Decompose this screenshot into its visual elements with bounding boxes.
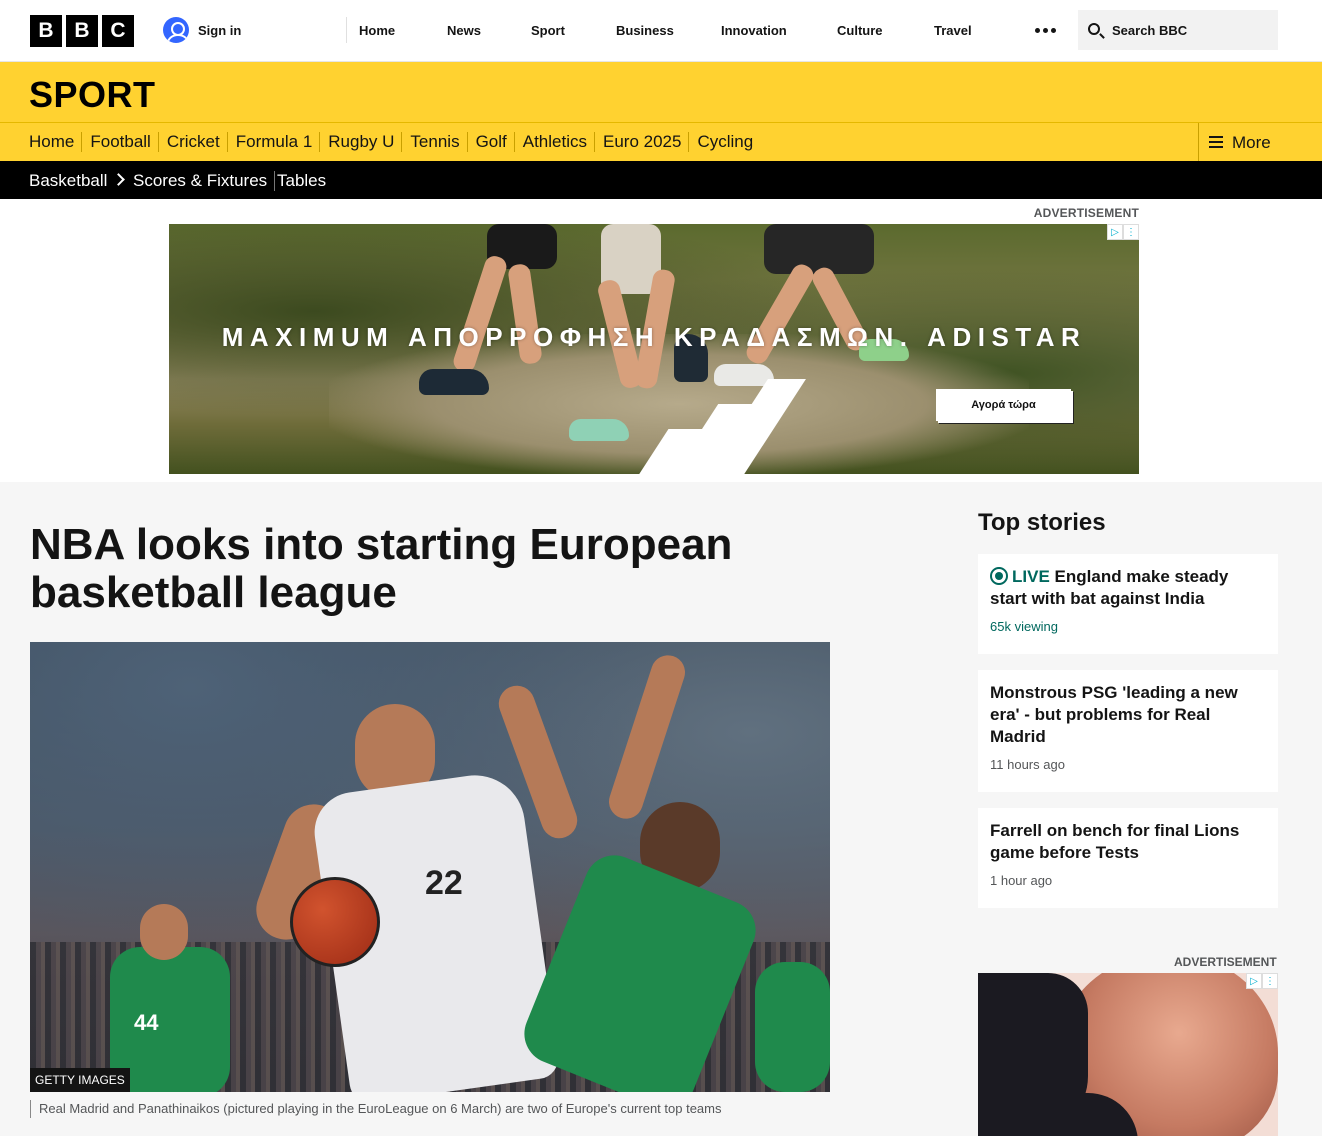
sport-nav: Home Football Cricket Formula 1 Rugby U … bbox=[0, 122, 1322, 162]
sport-masthead: SPORT bbox=[0, 62, 1322, 122]
jersey-number-green: 44 bbox=[134, 1010, 159, 1035]
sport-nav-football[interactable]: Football bbox=[81, 132, 157, 152]
user-icon bbox=[163, 17, 189, 43]
bbc-logo-letter-c: C bbox=[102, 15, 134, 47]
sign-in-button[interactable]: Sign in bbox=[163, 17, 241, 43]
sport-nav-home[interactable]: Home bbox=[29, 132, 81, 152]
global-nav-innovation[interactable]: Innovation bbox=[721, 23, 787, 38]
subnav-scores-fixtures[interactable]: Scores & Fixtures bbox=[133, 171, 276, 191]
ad-shoe bbox=[569, 419, 629, 441]
sport-more-button[interactable]: More bbox=[1198, 123, 1322, 162]
live-icon bbox=[990, 567, 1008, 585]
chevron-right-icon bbox=[112, 173, 125, 186]
sport-title[interactable]: SPORT bbox=[29, 74, 156, 116]
live-badge: LIVE bbox=[1012, 567, 1050, 586]
sport-nav-tennis[interactable]: Tennis bbox=[401, 132, 466, 152]
sport-nav-euro-2025[interactable]: Euro 2025 bbox=[594, 132, 688, 152]
player-arm bbox=[604, 650, 690, 824]
more-dots-icon[interactable] bbox=[1035, 28, 1056, 33]
article-headline: NBA looks into starting European basketb… bbox=[30, 520, 733, 617]
top-story-title: LIVE England make steady start with bat … bbox=[990, 566, 1266, 610]
menu-icon bbox=[1209, 136, 1223, 148]
sport-nav-cycling[interactable]: Cycling bbox=[688, 132, 760, 152]
global-nav-sport[interactable]: Sport bbox=[531, 23, 565, 38]
adchoices[interactable]: ▷ ⋮ bbox=[1246, 973, 1278, 989]
top-story-timestamp: 1 hour ago bbox=[990, 873, 1053, 888]
global-nav-travel[interactable]: Travel bbox=[934, 23, 972, 38]
sidebar-ad[interactable]: ▷ ⋮ bbox=[978, 973, 1278, 1136]
bbc-logo-letter-b1: B bbox=[30, 15, 62, 47]
top-story-card[interactable]: Monstrous PSG 'leading a new era' - but … bbox=[978, 670, 1278, 792]
bbc-logo-letter-b2: B bbox=[66, 15, 98, 47]
top-story-headline: Monstrous PSG 'leading a new era' - but … bbox=[990, 683, 1238, 746]
ad-banner[interactable]: MAXIMUM ΑΠΟΡΡΟΦΗΣΗ ΚΡΑΔΑΣΜΩΝ. ADISTAR Αγ… bbox=[169, 224, 1139, 474]
sport-more-label: More bbox=[1232, 133, 1271, 152]
search-icon bbox=[1088, 23, 1100, 35]
bbc-logo[interactable]: B B C bbox=[30, 15, 134, 47]
image-caption: Real Madrid and Panathinaikos (pictured … bbox=[30, 1100, 721, 1118]
ad-headline: MAXIMUM ΑΠΟΡΡΟΦΗΣΗ ΚΡΑΔΑΣΜΩΝ. ADISTAR bbox=[221, 322, 1087, 352]
sport-nav-formula-1[interactable]: Formula 1 bbox=[226, 132, 320, 152]
leaderboard-ad: ADVERTISEMENT MAXIMUM ΑΠΟΡΡΟΦΗΣΗ ΚΡΑΔΑΣΜ… bbox=[0, 199, 1322, 482]
image-credit: GETTY IMAGES bbox=[30, 1068, 130, 1092]
top-story-timestamp: 11 hours ago bbox=[990, 757, 1065, 772]
jersey-number-white: 22 bbox=[425, 864, 463, 902]
secondary-nav: Basketball Scores & Fixtures Tables bbox=[0, 161, 1322, 199]
top-story-headline: Farrell on bench for final Lions game be… bbox=[990, 821, 1240, 862]
ad-runner-shorts bbox=[764, 224, 874, 274]
sport-nav-cricket[interactable]: Cricket bbox=[157, 132, 227, 152]
search-placeholder: Search BBC bbox=[1112, 23, 1188, 38]
article-hero-image: 44 22 GETTY IMAGES bbox=[30, 642, 830, 1092]
player-head bbox=[140, 904, 188, 960]
global-nav-business[interactable]: Business bbox=[616, 23, 674, 38]
search-bbc-input[interactable]: Search BBC bbox=[1078, 10, 1278, 50]
ad-options-icon[interactable]: ⋮ bbox=[1123, 224, 1139, 240]
top-stories-title: Top stories bbox=[978, 509, 1106, 536]
sign-in-label: Sign in bbox=[198, 22, 242, 38]
ad-buy-now-button[interactable]: Αγορά τώρα bbox=[936, 389, 1071, 421]
adchoices[interactable]: ▷ ⋮ bbox=[1107, 224, 1139, 240]
top-story-card[interactable]: Farrell on bench for final Lions game be… bbox=[978, 808, 1278, 908]
sport-nav-rugby-union[interactable]: Rugby U bbox=[319, 132, 401, 152]
global-nav: Home News Sport Business Innovation Cult… bbox=[346, 17, 972, 43]
top-story-viewers: 65k viewing bbox=[990, 619, 1058, 634]
sidebar-advertisement-label: ADVERTISEMENT bbox=[1174, 955, 1277, 969]
basketball bbox=[290, 877, 380, 967]
player-green-right bbox=[755, 962, 830, 1092]
global-nav-news[interactable]: News bbox=[447, 23, 481, 38]
adchoices-icon[interactable]: ▷ bbox=[1107, 224, 1123, 240]
ad-shoe bbox=[419, 369, 489, 395]
global-nav-culture[interactable]: Culture bbox=[837, 23, 883, 38]
ad-options-icon[interactable]: ⋮ bbox=[1262, 973, 1278, 989]
bbc-global-header: B B C Sign in Home News Sport Business I… bbox=[0, 0, 1322, 62]
ad-image-garment bbox=[978, 1093, 1138, 1136]
breadcrumb-basketball[interactable]: Basketball bbox=[29, 171, 107, 191]
top-story-card[interactable]: LIVE England make steady start with bat … bbox=[978, 554, 1278, 654]
sport-nav-athletics[interactable]: Athletics bbox=[513, 132, 594, 152]
sport-nav-golf[interactable]: Golf bbox=[466, 132, 514, 152]
adchoices-icon[interactable]: ▷ bbox=[1246, 973, 1262, 989]
global-nav-home[interactable]: Home bbox=[359, 23, 395, 38]
subnav-tables[interactable]: Tables bbox=[277, 171, 326, 191]
advertisement-label: ADVERTISEMENT bbox=[1033, 206, 1139, 220]
